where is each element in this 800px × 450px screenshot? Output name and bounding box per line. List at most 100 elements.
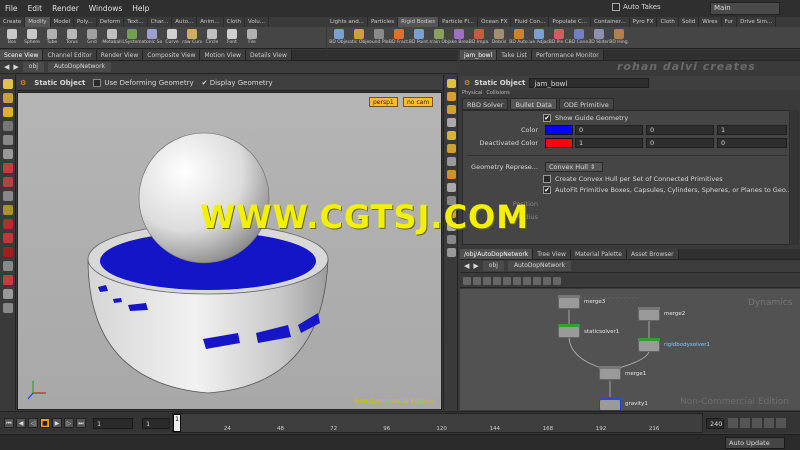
key-icon[interactable]	[728, 418, 738, 428]
shading-icon[interactable]	[447, 92, 456, 101]
node-rigidbodysolver1[interactable]	[638, 338, 660, 352]
light-tool-icon[interactable]	[3, 275, 13, 285]
use-deforming-checkbox[interactable]	[93, 79, 102, 87]
shelf-tool-torus[interactable]: Torus	[62, 27, 82, 45]
tab-collisions[interactable]: Collisions	[486, 90, 510, 98]
snap-icon[interactable]	[503, 276, 511, 285]
tab-scene-view[interactable]: Scene View	[0, 50, 44, 60]
volumes-icon[interactable]	[447, 248, 456, 257]
tab-channel-editor[interactable]: Channel Editor	[43, 50, 97, 60]
shelf-tool-rbd-cone[interactable]: RBD Cone...	[569, 27, 589, 45]
shelf-tab-rigid-bodies[interactable]: Rigid Bodies	[398, 17, 440, 27]
shelf-tab-text[interactable]: Text...	[124, 17, 148, 27]
note-icon[interactable]	[533, 276, 541, 285]
display-option-icon[interactable]	[447, 79, 456, 88]
shelf-tool-rbd-impa[interactable]: RBD Impa...	[469, 27, 489, 45]
shelf-tool-sphere[interactable]: Sphere	[22, 27, 42, 45]
tab-motion-view[interactable]: Motion View	[200, 50, 246, 60]
network-path-dopnet[interactable]: AutoDopNetwork	[507, 261, 572, 271]
tile-view-icon[interactable]	[473, 276, 481, 285]
shelf-tool-ground-plane[interactable]: Ground Plane	[369, 27, 389, 45]
shelf-tool-draw-curve[interactable]: Draw Curve	[182, 27, 202, 45]
handle-tool-icon[interactable]	[3, 107, 13, 117]
tab-bullet-data[interactable]: Bullet Data	[510, 98, 557, 110]
realtime-icon[interactable]	[764, 418, 774, 428]
shelf-tab-solid[interactable]: Solid	[679, 17, 700, 27]
show-guide-checkbox[interactable]: ✔	[543, 114, 551, 122]
shelf-tool-static-object[interactable]: Static Object	[349, 27, 369, 45]
use-deforming-geometry-toggle[interactable]: Use Deforming Geometry	[93, 79, 194, 87]
shelf-tool-platonic-so[interactable]: Platonic So...	[142, 27, 162, 45]
menu-file[interactable]: File	[0, 4, 23, 13]
shelf-tool-rbd-auto[interactable]: RBD Auto...	[509, 27, 529, 45]
shelf-tool-circle[interactable]: Circle	[202, 27, 222, 45]
ghost-icon[interactable]	[447, 144, 456, 153]
paint-tool-icon[interactable]	[3, 177, 13, 187]
scene-viewport[interactable]: persp1 no cam Non-Commercial Edition	[17, 92, 442, 410]
deactivated-color-swatch[interactable]	[545, 138, 573, 148]
back-arrow-icon[interactable]: ◀	[4, 63, 9, 71]
global-anim-icon[interactable]	[776, 418, 786, 428]
shelf-tab-populate-c[interactable]: Populate C...	[549, 17, 592, 27]
range-icon[interactable]	[752, 418, 762, 428]
auto-update-menu[interactable]: Auto Update	[725, 437, 785, 449]
jump-start-icon[interactable]: ⏮	[4, 418, 14, 428]
tab-jam-bowl[interactable]: jam_bowl	[460, 50, 498, 60]
take-selector[interactable]: Main	[710, 2, 780, 15]
shelf-tab-cloth[interactable]: Cloth	[224, 17, 245, 27]
shelf-tab-ocean-fx[interactable]: Ocean FX	[478, 17, 512, 27]
display-geometry-toggle[interactable]: ✔ Display Geometry	[202, 79, 273, 87]
deactivated-b-field[interactable]: 0	[717, 138, 787, 148]
reverse-play-icon[interactable]: ◁	[28, 418, 38, 428]
shelf-tool-font[interactable]: Font	[222, 27, 242, 45]
shelf-tool-rbd-hing[interactable]: RBD Hing...	[609, 27, 629, 45]
tab-performance-monitor[interactable]: Performance Monitor	[531, 50, 604, 60]
auto-takes-toggle[interactable]: Auto Takes	[612, 3, 661, 11]
shelf-tool-terrain-obj[interactable]: Terrain Obj...	[429, 27, 449, 45]
shelf-tool-tube[interactable]: Tube	[42, 27, 62, 45]
camera-tool-icon[interactable]	[3, 261, 13, 271]
tab-tree-view[interactable]: Tree View	[533, 249, 571, 259]
shelf-tab-model[interactable]: Model	[51, 17, 75, 27]
forward-arrow-icon[interactable]: ▶	[473, 262, 478, 270]
brush-tool-icon[interactable]	[3, 163, 13, 173]
shelf-tool-rbd-point[interactable]: RBD Point...	[409, 27, 429, 45]
select-tool-icon[interactable]	[3, 79, 13, 89]
tab-physical[interactable]: Physical	[462, 90, 482, 98]
color-b-field[interactable]: 1	[717, 125, 787, 135]
snap-tool-icon[interactable]	[3, 191, 13, 201]
menu-windows[interactable]: Windows	[84, 4, 127, 13]
lighting-icon[interactable]	[447, 170, 456, 179]
shelf-tool-box[interactable]: Box	[2, 27, 22, 45]
stop-icon[interactable]: ■	[40, 418, 50, 428]
render-tool-icon[interactable]	[3, 289, 13, 299]
tab-details-view[interactable]: Details View	[245, 50, 292, 60]
tab-take-list[interactable]: Take List	[497, 50, 532, 60]
node-merge1[interactable]	[599, 366, 621, 380]
shelf-tab-char[interactable]: Char...	[148, 17, 173, 27]
dynamic-tool-icon[interactable]	[3, 247, 13, 257]
template-icon[interactable]	[447, 183, 456, 192]
network-editor[interactable]: Dynamics merge3 merge2 staticsolver1 rig…	[460, 289, 800, 410]
color-r-field[interactable]: 0	[575, 125, 643, 135]
layout-icon[interactable]	[483, 276, 491, 285]
convex-hull-per-set-checkbox[interactable]	[543, 175, 551, 183]
menu-help[interactable]: Help	[127, 4, 154, 13]
list-view-icon[interactable]	[463, 276, 471, 285]
magnet-tool-icon[interactable]	[3, 205, 13, 215]
color-g-field[interactable]: 0	[646, 125, 714, 135]
wire-icon[interactable]	[553, 276, 561, 285]
geometry-representation-menu[interactable]: Convex Hull ⇕	[545, 162, 603, 172]
jump-end-icon[interactable]: ⏭	[76, 418, 86, 428]
shelf-tab-anim[interactable]: Anim...	[197, 17, 224, 27]
keyframe-tool-icon[interactable]	[3, 233, 13, 243]
end-frame-field[interactable]: 240	[706, 418, 724, 429]
grid-icon[interactable]	[447, 157, 456, 166]
tab-obj-autodopnetwork[interactable]: /obj/AutoDopNetwork	[460, 249, 534, 259]
shelf-tab-particle-fl[interactable]: Particle Fl...	[439, 17, 479, 27]
back-arrow-icon[interactable]: ◀	[464, 262, 469, 270]
deactivated-r-field[interactable]: 1	[575, 138, 643, 148]
tab-rbd-solver[interactable]: RBD Solver	[462, 98, 509, 110]
shelf-tab-container[interactable]: Container...	[591, 17, 630, 27]
play-icon[interactable]: ▶	[52, 418, 62, 428]
